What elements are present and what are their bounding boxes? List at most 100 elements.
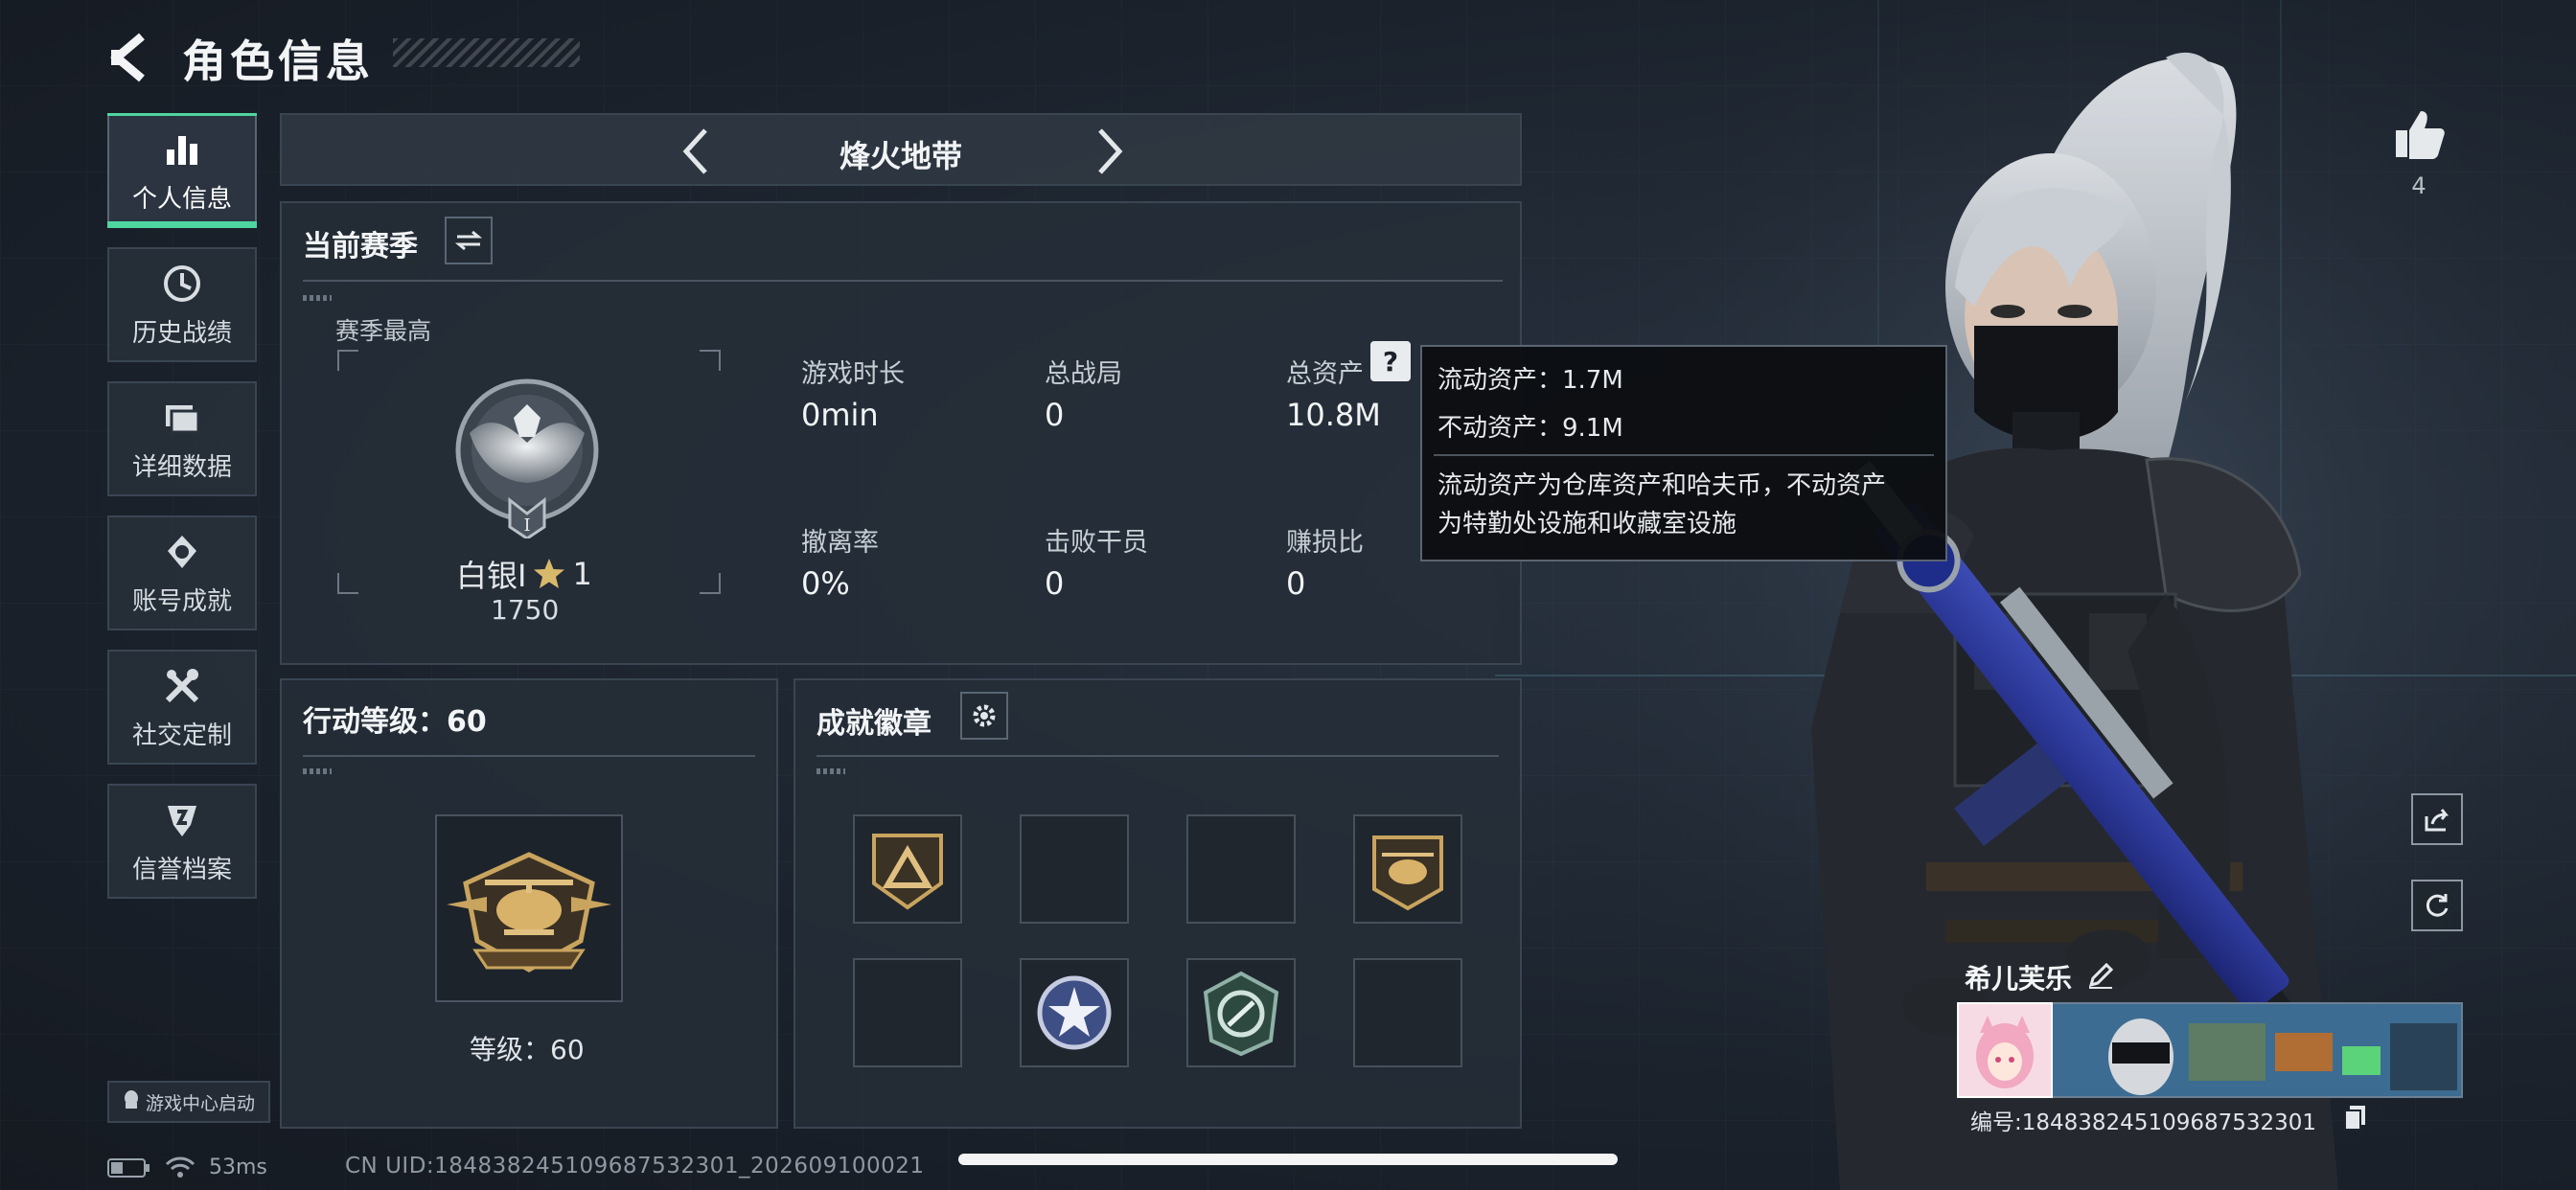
shield-icon <box>160 798 204 842</box>
wifi-icon <box>165 1156 196 1178</box>
page-title: 角色信息 <box>182 35 374 87</box>
sidebar-item-label: 历史战绩 <box>131 318 232 348</box>
like-count: 4 <box>2411 172 2426 199</box>
thumbs-up-icon <box>2396 111 2445 159</box>
matches-value: 0 <box>1045 397 1065 433</box>
chevron-left-icon <box>110 33 145 82</box>
sidebar-item-label: 详细数据 <box>131 452 232 482</box>
season-divider <box>303 280 1503 282</box>
achievement-badge-slot[interactable] <box>1353 958 1462 1067</box>
rank-star-count: 1 <box>572 556 592 592</box>
achievements-title: 成就徽章 <box>816 707 932 741</box>
clock-icon <box>160 262 204 306</box>
ping-value: 53ms <box>209 1156 267 1179</box>
achievements-divider <box>816 755 1499 757</box>
achievement-badge-slot[interactable] <box>1353 814 1462 924</box>
season-title: 当前赛季 <box>303 230 418 263</box>
medal-icon <box>160 530 204 574</box>
assets-tooltip: 流动资产：1.7M 不动资产：9.1M 流动资产为仓库资产和哈夫币，不动资产 为… <box>1420 345 1947 561</box>
sidebar-item-details[interactable]: 详细数据 <box>107 381 257 496</box>
assets-value: 10.8M <box>1286 397 1381 433</box>
edit-name-button[interactable] <box>2085 960 2116 991</box>
helicopter-badge-icon <box>1372 835 1443 911</box>
achievement-badge-slot[interactable] <box>1020 814 1129 924</box>
achievements-settings-button[interactable] <box>960 692 1008 740</box>
kills-label: 击败干员 <box>1045 528 1148 558</box>
kills-value: 0 <box>1045 565 1065 602</box>
achievement-badge-slot[interactable] <box>1186 814 1296 924</box>
sidebar-item-label: 社交定制 <box>131 721 232 750</box>
tooltip-description-line2: 为特勤处设施和收藏室设施 <box>1438 510 1737 538</box>
helicopter-badge-icon <box>447 852 611 973</box>
matches-label: 总战局 <box>1045 359 1122 389</box>
folder-icon <box>160 396 204 440</box>
tooltip-fixed-assets: 不动资产：9.1M <box>1438 414 1623 443</box>
refresh-button[interactable] <box>2411 880 2463 931</box>
divider-decoration <box>303 768 332 774</box>
divider-decoration <box>303 295 332 301</box>
game-center-launch-label: 游戏中心启动 <box>145 1092 255 1114</box>
rank-points: 1750 <box>491 594 560 626</box>
game-center-launch-button[interactable]: 游戏中心启动 <box>107 1081 270 1123</box>
sidebar-item-personal-info[interactable]: 个人信息 <box>107 113 257 228</box>
qq-icon <box>123 1089 140 1115</box>
extract-rate-label: 撤离率 <box>801 528 879 558</box>
star-icon <box>534 559 565 588</box>
rank-badge-icon: I <box>450 376 604 540</box>
achievement-badge-slot[interactable] <box>853 814 962 924</box>
compass-badge-icon <box>1203 971 1279 1057</box>
tools-icon <box>160 664 204 708</box>
assets-help-button[interactable]: ? <box>1370 341 1411 381</box>
sidebar-item-achievements[interactable]: 账号成就 <box>107 515 257 630</box>
achievement-badge-slot[interactable] <box>1020 958 1129 1067</box>
uid-text: CN UID:18483824510968753230​1_2026091000… <box>345 1154 925 1179</box>
mode-selector: 烽火地带 <box>280 113 1522 186</box>
sidebar-item-label: 信誉档案 <box>131 855 232 884</box>
achievement-badge-slot[interactable] <box>1186 958 1296 1067</box>
tooltip-liquid-assets: 流动资产：1.7M <box>1438 366 1623 395</box>
svg-text:I: I <box>523 515 530 536</box>
playtime-value: 0min <box>801 397 879 433</box>
share-icon <box>2425 809 2450 832</box>
player-id: 编号:18483824510968753230​1 <box>1970 1110 2317 1135</box>
mode-title: 烽火地带 <box>839 138 962 174</box>
level-label: 等级：60 <box>470 1034 585 1065</box>
pencil-icon <box>2088 962 2114 989</box>
back-button[interactable] <box>105 29 153 86</box>
triangle-badge-icon <box>872 834 943 910</box>
tooltip-divider <box>1434 454 1934 456</box>
player-avatar[interactable] <box>1957 1002 2053 1098</box>
achievement-badge-slot[interactable] <box>853 958 962 1067</box>
copy-id-button[interactable] <box>2342 1104 2369 1131</box>
player-name: 希儿芙乐 <box>1965 963 2073 995</box>
battery-icon <box>107 1157 150 1178</box>
share-button[interactable] <box>2411 793 2463 845</box>
sidebar-item-social[interactable]: 社交定制 <box>107 650 257 765</box>
sidebar-item-history[interactable]: 历史战绩 <box>107 247 257 362</box>
title-decoration <box>393 38 580 67</box>
chevron-right-icon <box>1098 128 1123 174</box>
level-divider <box>303 755 755 757</box>
profit-ratio-label: 赚损比 <box>1286 528 1364 558</box>
rank-name: 白银I <box>456 558 527 594</box>
sidebar-item-credit[interactable]: 信誉档案 <box>107 784 257 899</box>
action-level-title: 行动等级：60 <box>303 705 487 739</box>
season-best-label: 赛季最高 <box>335 317 432 345</box>
season-switch-button[interactable] <box>445 217 493 264</box>
gear-icon <box>973 704 996 727</box>
bar-chart-icon <box>160 127 204 172</box>
star-emblem-badge-icon <box>1037 975 1112 1050</box>
copy-icon <box>2344 1106 2365 1131</box>
assets-label: 总资产 <box>1286 359 1364 389</box>
level-badge-frame <box>435 814 623 1002</box>
divider-decoration <box>816 768 845 774</box>
tooltip-description-line1: 流动资产为仓库资产和哈夫币，不动资产 <box>1438 471 1887 500</box>
extract-rate-value: 0% <box>801 565 850 602</box>
sidebar-item-label: 个人信息 <box>131 184 232 214</box>
home-indicator <box>958 1154 1618 1165</box>
like-button[interactable] <box>2390 105 2448 163</box>
sidebar-item-label: 账号成就 <box>131 586 232 616</box>
refresh-icon <box>2426 894 2449 917</box>
swap-icon <box>454 230 483 251</box>
mode-next-button[interactable] <box>1085 125 1133 178</box>
